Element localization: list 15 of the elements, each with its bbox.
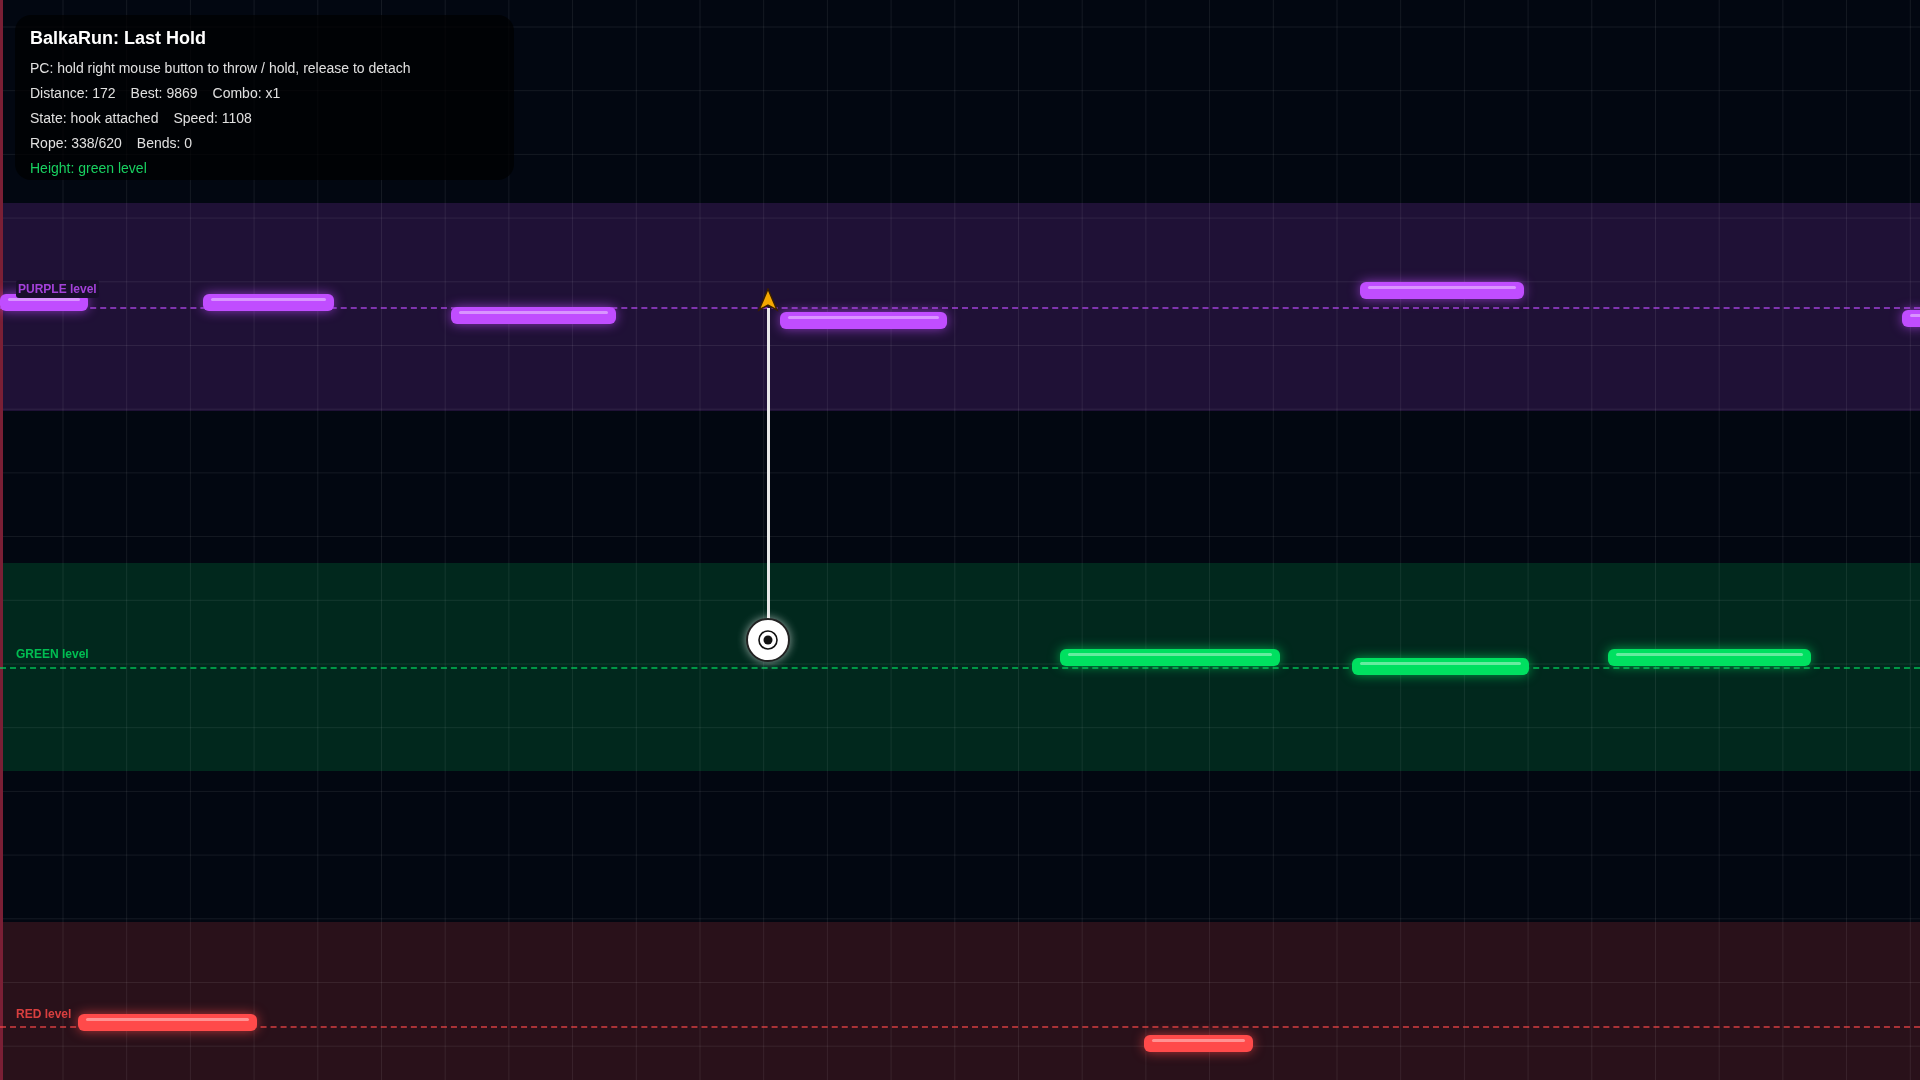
stat-text: Rope: 338/620 [30, 134, 122, 153]
controls-hint: PC: hold right mouse button to throw / hold, release to detach [30, 59, 412, 78]
stat-text: Distance: 172 [30, 84, 116, 103]
level-label: RED level [16, 1005, 72, 1023]
level-label: GREEN level [16, 645, 89, 663]
stat-text: Combo: x1 [212, 84, 281, 103]
level-label: PURPLE level [16, 279, 99, 298]
height-status: Height: green level [30, 159, 148, 178]
stat-text: Best: 9869 [130, 84, 198, 103]
hook-icon [757, 288, 779, 312]
stat-text: State: hook attached [30, 109, 159, 128]
stat-text: Speed: 1108 [173, 109, 252, 128]
game-title: BalkaRun: Last Hold [30, 27, 208, 50]
stat-text: Bends: 0 [136, 134, 193, 153]
eye-icon [757, 629, 779, 651]
